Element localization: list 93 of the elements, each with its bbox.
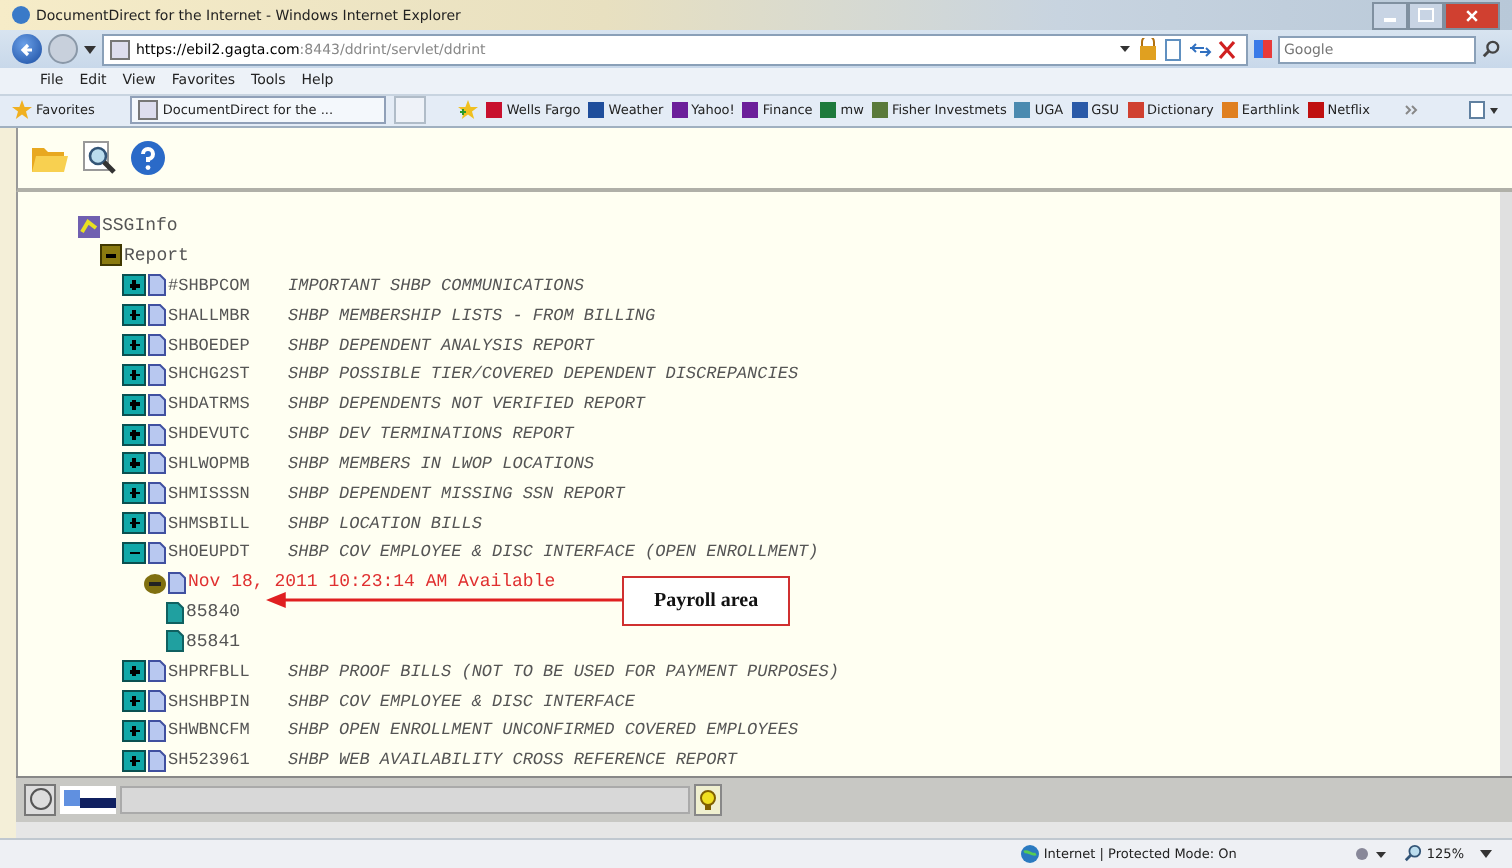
back-button[interactable] xyxy=(12,34,42,65)
document-icon xyxy=(148,541,166,564)
document-icon xyxy=(148,749,166,772)
report-code[interactable]: SHMSBILL xyxy=(168,513,288,534)
expand-toggle[interactable] xyxy=(122,660,146,683)
file-icon xyxy=(166,630,184,653)
expand-toggle[interactable] xyxy=(122,363,146,386)
version-drawing[interactable] xyxy=(144,571,186,594)
report-description: SHBP DEPENDENT ANALYSIS REPORT xyxy=(288,335,595,355)
collapse-toggle[interactable] xyxy=(100,244,122,267)
document-icon xyxy=(148,690,166,713)
document-icon xyxy=(148,423,166,446)
expand-toggle[interactable] xyxy=(122,512,146,535)
expand-toggle[interactable] xyxy=(122,423,146,446)
dropdown-icon[interactable] xyxy=(1480,849,1492,858)
page-menu-icon[interactable] xyxy=(1468,100,1500,121)
settings-icon[interactable] xyxy=(1352,843,1389,864)
close-button[interactable] xyxy=(1444,1,1500,30)
report-description: SHBP OPEN ENROLLMENT UNCONFIRMED COVERED EMPLOYEES xyxy=(288,720,799,741)
report-code[interactable]: SH523961 xyxy=(168,750,288,771)
magnifier-icon xyxy=(1404,844,1423,863)
report-description: SHBP COV EMPLOYEE & DISC INTERFACE xyxy=(288,691,635,712)
report-code[interactable]: SHCHG2ST xyxy=(168,364,288,385)
dropdown-icon[interactable] xyxy=(84,45,96,54)
annotation-label: Payroll area xyxy=(622,575,791,626)
tree-node-label[interactable]: SSGInfo xyxy=(102,216,178,237)
document-icon xyxy=(148,482,166,505)
report-version-link[interactable]: Nov 18, 2011 10:23:14 AM Available xyxy=(188,572,556,593)
expand-toggle[interactable] xyxy=(122,690,146,713)
add-favorite-icon[interactable] xyxy=(458,100,479,121)
report-code[interactable]: SHWBNCFM xyxy=(168,720,288,741)
document-icon xyxy=(148,512,166,535)
database-icon[interactable] xyxy=(78,215,100,238)
chevron-icon[interactable] xyxy=(1404,104,1420,117)
document-icon xyxy=(148,363,166,386)
report-description: SHBP POSSIBLE TIER/COVERED DEPENDENT DISCREPANCIES xyxy=(288,364,799,385)
browser-icon xyxy=(12,6,30,25)
search-icon[interactable] xyxy=(82,139,118,176)
arrow-left-icon xyxy=(17,39,37,60)
report-description: SHBP DEPENDENT MISSING SSN REPORT xyxy=(288,483,625,504)
report-code[interactable]: SHSHBPIN xyxy=(168,691,288,712)
star-icon xyxy=(12,100,32,121)
document-icon xyxy=(148,719,166,742)
expand-toggle[interactable] xyxy=(122,452,146,475)
expand-toggle[interactable] xyxy=(122,482,146,505)
file-label[interactable]: 85841 xyxy=(186,631,241,652)
document-icon xyxy=(148,274,166,297)
expand-toggle[interactable] xyxy=(122,304,146,327)
expand-toggle[interactable] xyxy=(122,334,146,356)
document-icon xyxy=(148,304,166,327)
document-icon xyxy=(148,452,166,475)
document-icon xyxy=(148,660,166,683)
search-provider-icon[interactable] xyxy=(1254,40,1272,59)
report-description: SHBP WEB AVAILABILITY CROSS REFERENCE REPORT xyxy=(288,750,737,771)
report-code[interactable]: SHLWOPMB xyxy=(168,453,288,474)
file-icon xyxy=(166,601,184,624)
globe-icon xyxy=(1019,843,1040,864)
report-description: IMPORTANT SHBP COMMUNICATIONS xyxy=(288,275,584,296)
report-code[interactable]: SHMISSSN xyxy=(168,483,288,504)
maximize-button[interactable] xyxy=(1408,1,1444,30)
page-icon xyxy=(138,100,159,121)
report-code[interactable]: SHDATRMS xyxy=(168,394,288,415)
close-icon xyxy=(1464,7,1480,24)
expand-toggle[interactable] xyxy=(122,719,146,742)
minimize-button[interactable] xyxy=(1372,1,1408,30)
report-code[interactable]: SHDEVUTC xyxy=(168,424,288,445)
search-icon[interactable] xyxy=(1482,40,1500,59)
page-icon xyxy=(110,39,130,60)
address-tools-icon[interactable] xyxy=(1120,37,1240,62)
report-description: SHBP MEMBERSHIP LISTS - FROM BILLING xyxy=(288,305,656,326)
expand-toggle[interactable] xyxy=(122,274,146,297)
report-code[interactable]: SHBOEDEP xyxy=(168,335,288,355)
report-code[interactable]: SHPRFBLL xyxy=(168,661,288,682)
help-icon[interactable] xyxy=(130,139,166,176)
tip-button[interactable] xyxy=(694,783,722,816)
report-description: SHBP COV EMPLOYEE & DISC INTERFACE (OPEN ENROLLMENT) xyxy=(288,542,819,563)
file-label[interactable]: 85840 xyxy=(186,602,241,623)
report-description: SHBP PROOF BILLS (NOT TO BE USED FOR PAYMENT PURPOSES) xyxy=(288,661,839,682)
status-icon[interactable] xyxy=(24,783,56,816)
expand-toggle[interactable] xyxy=(122,393,146,416)
tree-node-label[interactable]: Report xyxy=(124,245,189,266)
report-description: SHBP MEMBERS IN LWOP LOCATIONS xyxy=(288,453,595,474)
document-icon xyxy=(148,393,166,416)
report-description: SHBP DEV TERMINATIONS REPORT xyxy=(288,424,574,445)
expand-toggle[interactable] xyxy=(122,749,146,772)
report-description: SHBP DEPENDENTS NOT VERIFIED REPORT xyxy=(288,394,646,415)
collapse-toggle[interactable] xyxy=(122,541,146,564)
connection-icon xyxy=(60,785,116,814)
report-description: SHBP LOCATION BILLS xyxy=(288,513,482,534)
report-code[interactable]: #SHBPCOM xyxy=(168,275,288,296)
document-icon xyxy=(148,334,166,356)
report-code[interactable]: SHALLMBR xyxy=(168,305,288,326)
report-code[interactable]: SHOEUPDT xyxy=(168,542,288,563)
